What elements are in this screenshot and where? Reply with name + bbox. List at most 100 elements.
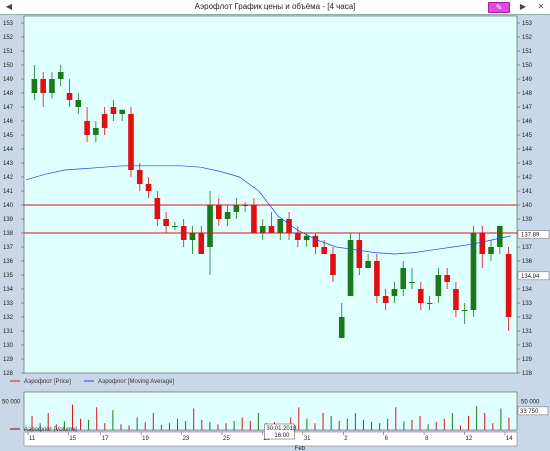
candle-body	[49, 79, 55, 93]
y-tick-label-left: 134	[3, 287, 14, 293]
candle-body	[497, 226, 503, 247]
y-tick-label-right: 151	[522, 49, 533, 55]
x-tick-label: 25	[223, 436, 230, 442]
candle-body	[189, 233, 196, 240]
candle-body	[321, 247, 328, 254]
y-tick-label-right: 129	[522, 357, 533, 363]
y-tick-label-left: 149	[3, 77, 14, 83]
candle-body	[31, 79, 38, 93]
candle-body	[374, 261, 380, 296]
candle-body	[365, 261, 371, 268]
y-tick-label-left: 152	[3, 35, 14, 41]
y-tick-label-left: 137	[3, 245, 14, 251]
y-tick-label-right: 149	[522, 77, 533, 83]
date-tooltip-time: 16:00	[274, 433, 290, 439]
candle-body	[207, 205, 213, 247]
y-tick-label-right: 136	[522, 259, 533, 265]
date-tooltip-date: 30.01.2018	[266, 426, 297, 432]
candle-body	[172, 226, 178, 227]
candle-body	[251, 205, 257, 233]
price-plot-area	[23, 15, 518, 374]
y-tick-label-left: 133	[3, 301, 14, 307]
candle-body	[145, 184, 152, 191]
candle-body	[347, 240, 354, 296]
y-tick-label-left: 130	[3, 343, 14, 349]
y-tick-label-right: 153	[522, 21, 533, 27]
candle-body	[277, 219, 284, 233]
x-tick-label: 31	[304, 436, 311, 442]
y-tick-label-left: 135	[3, 273, 14, 279]
candle-body	[356, 240, 363, 268]
candle-body	[119, 109, 126, 114]
y-tick-label-right: 150	[522, 63, 533, 69]
candle-body	[461, 310, 468, 311]
y-tick-label-right: 131	[522, 329, 533, 335]
x-tick-label: 19	[142, 436, 149, 442]
price-badge-label: 137.89	[521, 233, 540, 239]
candle-body	[409, 282, 415, 283]
y-tick-label-left: 139	[3, 217, 14, 223]
y-tick-label-left: 129	[3, 357, 14, 363]
y-tick-label-left: 143	[3, 161, 14, 167]
candle-body	[128, 114, 134, 170]
month-label: Feb	[295, 446, 306, 451]
y-tick-label-left: 128	[3, 371, 14, 377]
candle-body	[259, 226, 266, 233]
candle-body	[400, 268, 407, 289]
y-tick-label-left: 138	[3, 231, 14, 237]
volume-tick-left: 50 000	[2, 400, 21, 406]
candle-body	[224, 212, 231, 219]
candle-body	[154, 198, 161, 219]
candle-body	[444, 275, 450, 282]
y-tick-label-left: 153	[3, 21, 14, 27]
y-tick-label-right: 148	[522, 91, 533, 97]
y-tick-label-right: 137	[522, 245, 533, 251]
y-tick-label-right: 139	[522, 217, 533, 223]
price-badge-label: 134.94	[521, 274, 540, 280]
candle-body	[110, 107, 117, 114]
candle-body	[286, 219, 292, 233]
y-tick-label-right: 128	[522, 371, 533, 377]
x-tick-label: 11	[29, 436, 36, 442]
candle-body	[417, 289, 424, 303]
y-tick-label-right: 143	[522, 161, 533, 167]
candle-body	[330, 254, 336, 275]
y-tick-label-left: 148	[3, 91, 14, 97]
candle-body	[303, 235, 310, 240]
candle-body	[382, 296, 389, 303]
candle-body	[391, 289, 398, 296]
y-tick-label-left: 141	[3, 189, 14, 195]
price-volume-chart[interactable]: 128 128 129 129 130 130 131 131 132 132 133 133 134 1…	[0, 0, 550, 451]
candle-body	[268, 226, 275, 233]
candle-body	[75, 100, 82, 107]
x-tick-label: 17	[102, 436, 109, 442]
y-tick-label-right: 140	[522, 203, 533, 209]
candle-body	[338, 317, 345, 338]
y-tick-label-left: 140	[3, 203, 14, 209]
candle-body	[453, 289, 459, 310]
y-tick-label-right: 146	[522, 119, 533, 125]
y-tick-label-left: 136	[3, 259, 14, 265]
x-tick-label: 23	[183, 436, 190, 442]
candle-body	[198, 233, 205, 254]
y-tick-label-right: 141	[522, 189, 533, 195]
candle-body	[163, 219, 169, 226]
candle-body	[435, 275, 442, 296]
candle-body	[505, 254, 512, 317]
y-tick-label-left: 142	[3, 175, 14, 181]
y-tick-label-left: 150	[3, 63, 14, 69]
candle-body	[426, 303, 433, 304]
y-tick-label-left: 145	[3, 133, 14, 139]
y-tick-label-right: 152	[522, 35, 533, 41]
candle-body	[233, 205, 240, 212]
candle-body	[101, 114, 108, 128]
y-tick-label-left: 132	[3, 315, 14, 321]
y-tick-label-right: 130	[522, 343, 533, 349]
volume-tick-right: 50 000	[521, 400, 540, 406]
y-tick-label-right: 132	[522, 315, 533, 321]
candle-body	[488, 247, 494, 254]
y-tick-label-right: 134	[522, 287, 533, 293]
x-tick-label: 14	[506, 436, 513, 442]
candle-body	[312, 235, 319, 247]
candle-body	[40, 79, 46, 93]
